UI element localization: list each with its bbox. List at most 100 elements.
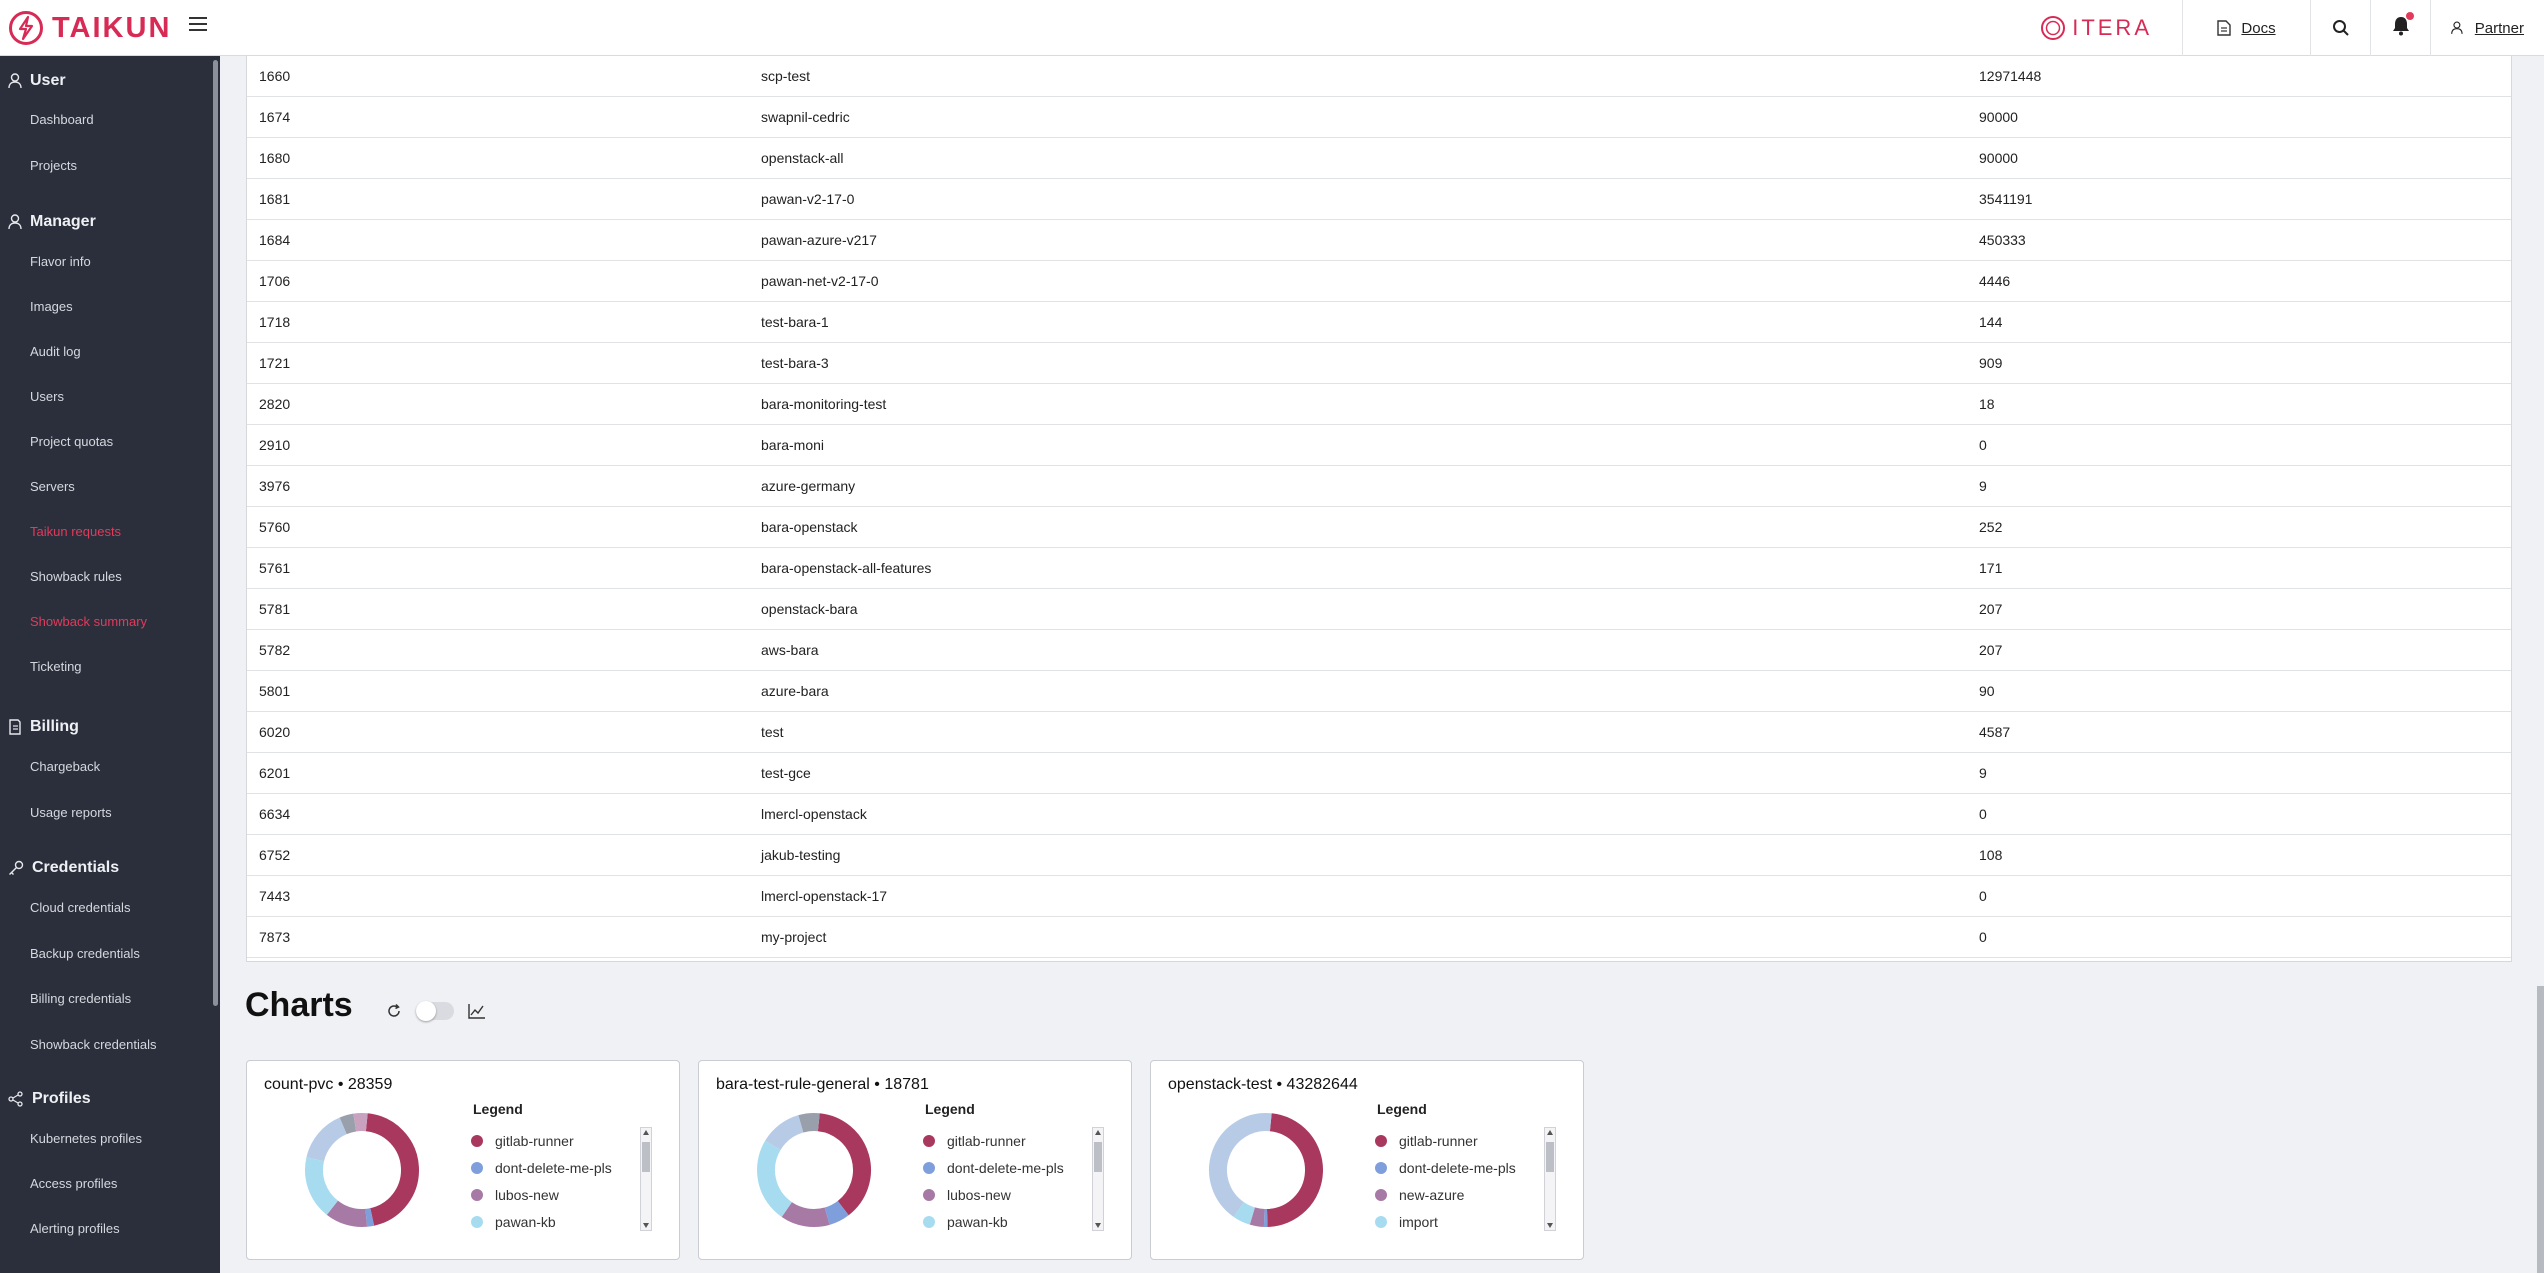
donut-slice-lubos-new[interactable] xyxy=(781,1201,830,1227)
chart-view-toggle[interactable] xyxy=(416,1001,454,1021)
sidebar-item-servers[interactable]: Servers xyxy=(0,476,214,496)
donut-slice-other-2[interactable] xyxy=(339,1113,357,1135)
scroll-thumb[interactable] xyxy=(1546,1142,1554,1172)
table-row[interactable]: 2820 bara-monitoring-test 18 xyxy=(247,384,2511,425)
legend-item[interactable]: import xyxy=(1375,1208,1545,1235)
scroll-down-icon[interactable] xyxy=(1547,1223,1553,1228)
refresh-icon[interactable] xyxy=(386,1003,402,1019)
sidebar-item-flavor-info[interactable]: Flavor info xyxy=(0,251,214,271)
table-row[interactable]: 6201 test-gce 9 xyxy=(247,753,2511,794)
legend-item[interactable]: dont-delete-me-pls xyxy=(923,1154,1093,1181)
donut-chart[interactable] xyxy=(303,1111,421,1229)
legend-item[interactable]: gitlab-runner xyxy=(471,1127,641,1154)
table-row[interactable]: 1684 pawan-azure-v217 450333 xyxy=(247,220,2511,261)
line-chart-icon[interactable] xyxy=(468,1003,486,1019)
table-row[interactable]: 6752 jakub-testing 108 xyxy=(247,835,2511,876)
scroll-up-icon[interactable] xyxy=(1095,1130,1101,1135)
sidebar-item-cloud-credentials[interactable]: Cloud credentials xyxy=(0,897,214,917)
table-row[interactable]: 5782 aws-bara 207 xyxy=(247,630,2511,671)
legend-item[interactable]: pawan-kb xyxy=(471,1208,641,1235)
table-row[interactable]: 5781 openstack-bara 207 xyxy=(247,589,2511,630)
donut-slice-new-azure[interactable] xyxy=(1249,1207,1265,1227)
table-row[interactable]: 5761 bara-openstack-all-features 171 xyxy=(247,548,2511,589)
sidebar-item-kubernetes-profiles[interactable]: Kubernetes profiles xyxy=(0,1128,214,1148)
table-row[interactable]: 1660 scp-test 12971448 xyxy=(247,56,2511,97)
table-row[interactable]: 1681 pawan-v2-17-0 3541191 xyxy=(247,179,2511,220)
sidebar-item-billing-credentials[interactable]: Billing credentials xyxy=(0,988,214,1008)
notifications-button[interactable] xyxy=(2370,0,2430,56)
table-row[interactable]: 6634 lmercl-openstack 0 xyxy=(247,794,2511,835)
table-row[interactable]: 6020 test 4587 xyxy=(247,712,2511,753)
donut-slice-import[interactable] xyxy=(1233,1201,1256,1225)
scroll-thumb[interactable] xyxy=(642,1142,650,1172)
sidebar-item-images[interactable]: Images xyxy=(0,296,214,316)
sidebar-item-access-profiles[interactable]: Access profiles xyxy=(0,1173,214,1193)
legend-scrollbar[interactable] xyxy=(1544,1127,1556,1231)
sidebar-item-alerting-profiles[interactable]: Alerting profiles xyxy=(0,1218,214,1238)
table-row[interactable]: 1680 openstack-all 90000 xyxy=(247,138,2511,179)
menu-toggle-button[interactable] xyxy=(186,12,210,36)
table-row[interactable]: 1718 test-bara-1 144 xyxy=(247,302,2511,343)
top-bar: TAIKUN ITERA Docs Partner xyxy=(0,0,2544,56)
donut-slice-dont-delete-me-pls[interactable] xyxy=(824,1200,849,1225)
sidebar-item-usage-reports[interactable]: Usage reports xyxy=(0,802,214,822)
legend-item[interactable]: lubos-new xyxy=(923,1181,1093,1208)
scroll-down-icon[interactable] xyxy=(1095,1223,1101,1228)
sidebar-item-projects[interactable]: Projects xyxy=(0,155,214,175)
sidebar-item-ticketing[interactable]: Ticketing xyxy=(0,656,214,676)
legend-item[interactable]: lubos-new xyxy=(471,1181,641,1208)
search-button[interactable] xyxy=(2310,0,2370,56)
legend-item[interactable]: gitlab-runner xyxy=(923,1127,1093,1154)
scroll-up-icon[interactable] xyxy=(1547,1130,1553,1135)
donut-slice-pawan-kb[interactable] xyxy=(757,1140,793,1217)
donut-chart[interactable] xyxy=(755,1111,873,1229)
sidebar-item-dashboard[interactable]: Dashboard xyxy=(0,109,214,129)
scroll-down-icon[interactable] xyxy=(643,1223,649,1228)
sidebar-item-chargeback[interactable]: Chargeback xyxy=(0,756,214,776)
docs-link[interactable]: Docs xyxy=(2182,0,2310,56)
cell-id: 5760 xyxy=(259,519,291,535)
brand-logo[interactable]: TAIKUN xyxy=(8,6,171,50)
legend-scrollbar[interactable] xyxy=(1092,1127,1104,1231)
donut-slice-gitlab-runner[interactable] xyxy=(817,1113,871,1216)
legend-item[interactable]: gitlab-runner xyxy=(1375,1127,1545,1154)
sidebar-item-showback-credentials[interactable]: Showback credentials xyxy=(0,1034,214,1054)
donut-slice-pawan-kb[interactable] xyxy=(305,1157,339,1215)
legend-item[interactable]: pawan-kb xyxy=(923,1208,1093,1235)
donut-chart[interactable] xyxy=(1207,1111,1325,1229)
table-row[interactable]: 1674 swapnil-cedric 90000 xyxy=(247,97,2511,138)
legend-item[interactable]: dont-delete-me-pls xyxy=(471,1154,641,1181)
sidebar-item-showback-rules[interactable]: Showback rules xyxy=(0,566,214,586)
legend-scrollbar[interactable] xyxy=(640,1127,652,1231)
table-row[interactable]: 5760 bara-openstack 252 xyxy=(247,507,2511,548)
scroll-up-icon[interactable] xyxy=(643,1130,649,1135)
scroll-thumb[interactable] xyxy=(1094,1142,1102,1172)
table-row[interactable]: 1706 pawan-net-v2-17-0 4446 xyxy=(247,261,2511,302)
legend-item[interactable]: dont-delete-me-pls xyxy=(1375,1154,1545,1181)
sidebar-item-audit-log[interactable]: Audit log xyxy=(0,341,214,361)
donut-slice-dont-delete-me-pls[interactable] xyxy=(365,1208,375,1227)
table-row[interactable]: 7873 my-project 0 xyxy=(247,917,2511,958)
sidebar-item-project-quotas[interactable]: Project quotas xyxy=(0,431,214,451)
donut-slice-other-3[interactable] xyxy=(353,1113,368,1132)
table-row[interactable]: 7443 lmercl-openstack-17 0 xyxy=(247,876,2511,917)
sidebar-item-users[interactable]: Users xyxy=(0,386,214,406)
donut-slice-gitlab-runner[interactable] xyxy=(365,1113,419,1226)
account-menu[interactable]: Partner xyxy=(2430,0,2544,56)
donut-slice-other-1[interactable] xyxy=(765,1115,804,1151)
donut-slice-other-1[interactable] xyxy=(306,1117,348,1162)
cell-id: 2820 xyxy=(259,396,291,412)
table-row[interactable]: 1721 test-bara-3 909 xyxy=(247,343,2511,384)
donut-slice-other-1[interactable] xyxy=(1209,1113,1272,1217)
table-row[interactable]: 5801 azure-bara 90 xyxy=(247,671,2511,712)
donut-slice-lubos-new[interactable] xyxy=(326,1200,368,1227)
donut-slice-gitlab-runner[interactable] xyxy=(1266,1113,1323,1227)
table-row[interactable]: 3976 azure-germany 9 xyxy=(247,466,2511,507)
donut-slice-other-2[interactable] xyxy=(798,1113,820,1133)
main-scrollbar[interactable] xyxy=(2537,986,2544,1273)
sidebar-item-showback-summary[interactable]: Showback summary xyxy=(0,611,214,631)
sidebar-item-backup-credentials[interactable]: Backup credentials xyxy=(0,943,214,963)
table-row[interactable]: 2910 bara-moni 0 xyxy=(247,425,2511,466)
legend-item[interactable]: new-azure xyxy=(1375,1181,1545,1208)
sidebar-item-taikun-requests[interactable]: Taikun requests xyxy=(0,521,214,541)
